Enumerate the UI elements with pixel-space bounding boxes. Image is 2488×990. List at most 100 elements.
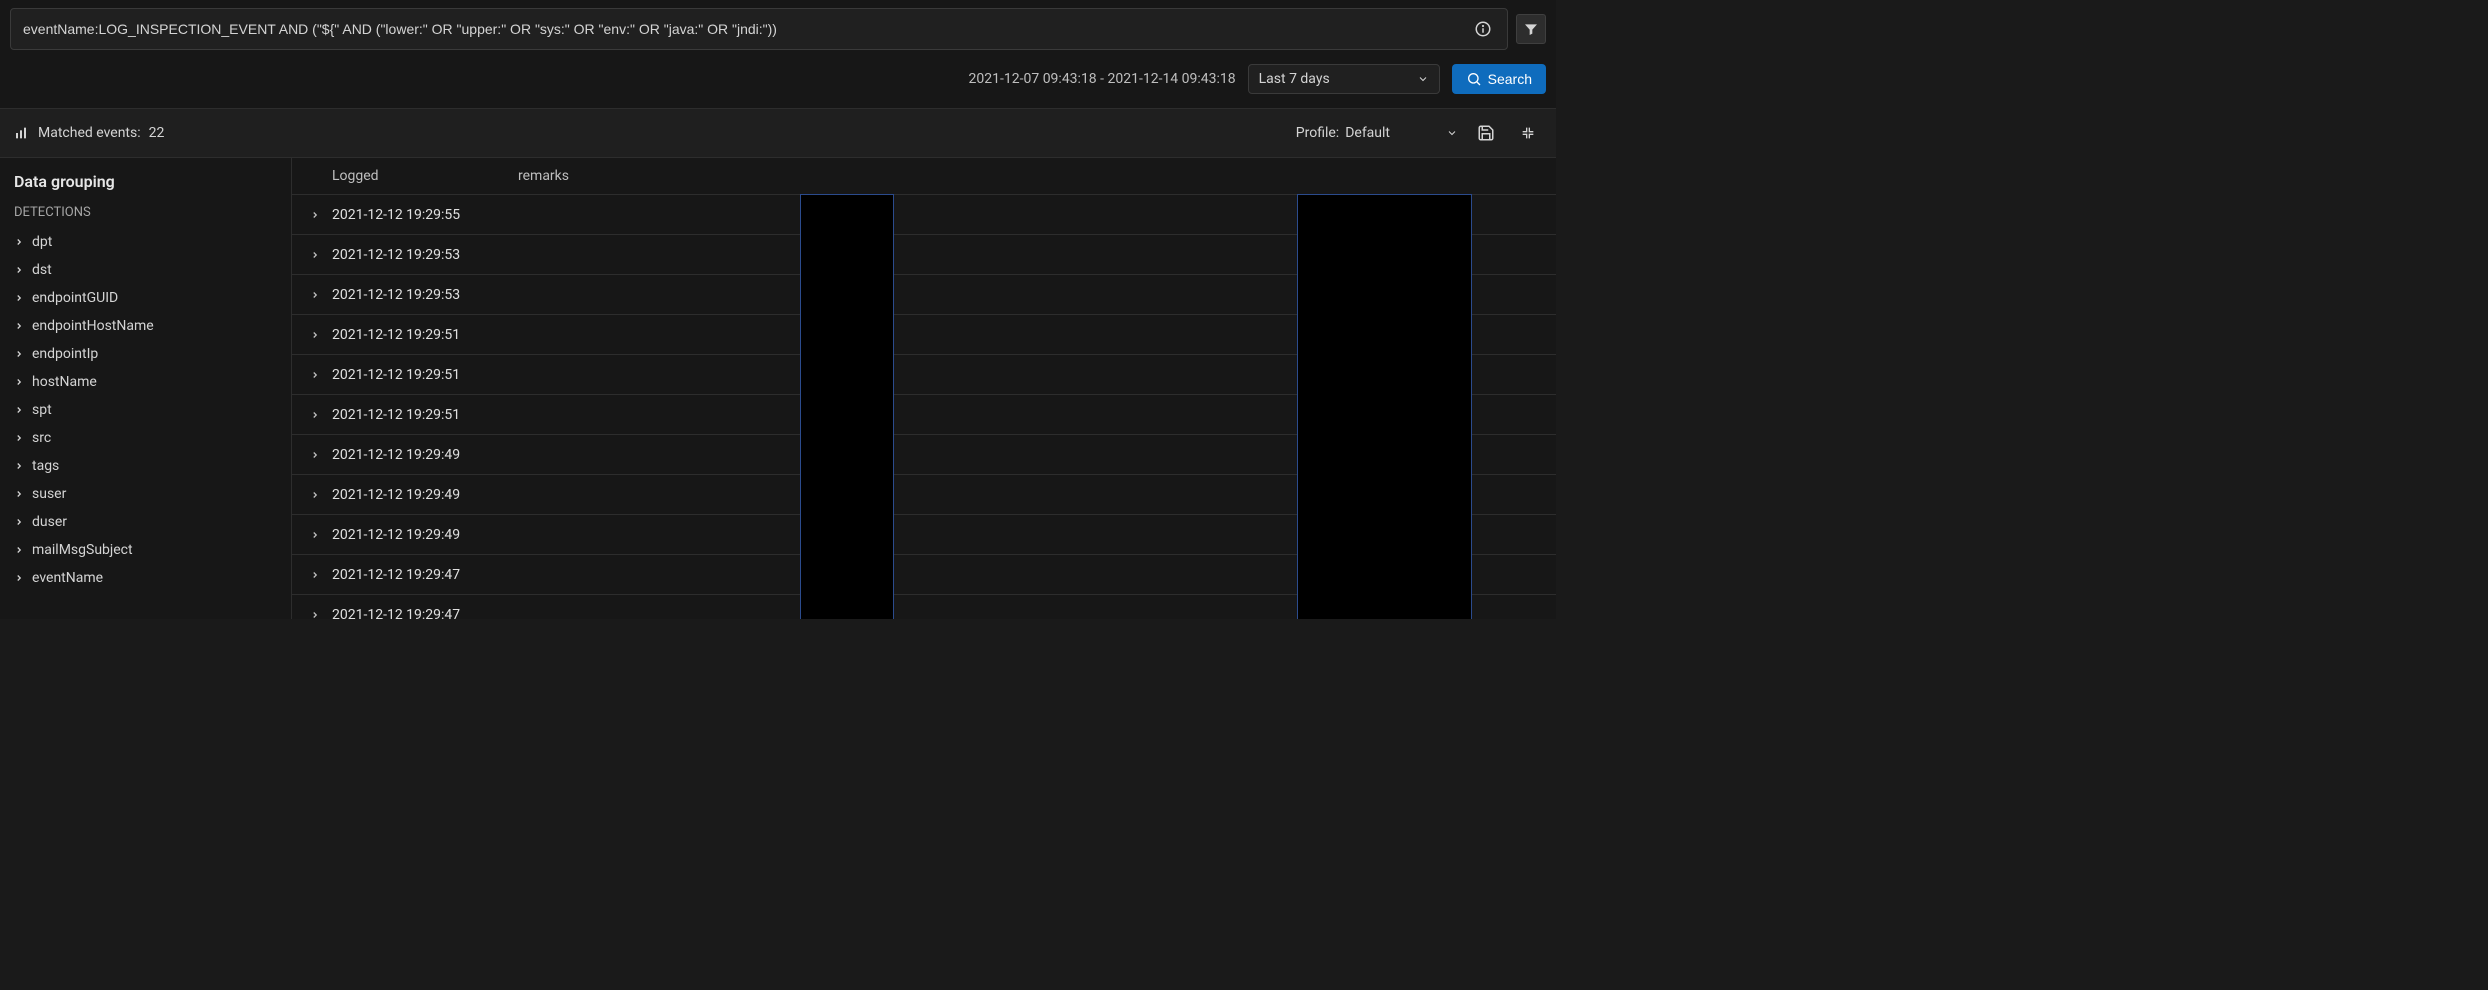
- facet-item[interactable]: duser: [14, 508, 277, 536]
- table-row[interactable]: 2021-12-12 19:29:55- [12/Dec/2021:19:29:…: [292, 194, 1556, 234]
- chevron-right-icon: [14, 405, 24, 415]
- chevron-right-icon: [14, 433, 24, 443]
- logged-cell: 2021-12-12 19:29:53: [332, 287, 518, 303]
- chevron-right-icon: [14, 377, 24, 387]
- facet-item[interactable]: endpointGUID: [14, 284, 277, 312]
- search-bar-row: [0, 0, 1556, 58]
- chevron-right-icon: [14, 461, 24, 471]
- chevron-right-icon: [14, 349, 24, 359]
- facet-item[interactable]: mailMsgSubject: [14, 536, 277, 564]
- facet-item[interactable]: suser: [14, 480, 277, 508]
- sidebar: Data grouping DETECTIONS dpt dst endpointG…: [0, 158, 292, 619]
- expand-row-icon[interactable]: [298, 370, 332, 380]
- chevron-right-icon: [14, 573, 24, 583]
- expand-row-icon[interactable]: [298, 450, 332, 460]
- facet-label: src: [32, 430, 51, 446]
- facet-item[interactable]: endpointHostName: [14, 312, 277, 340]
- chevron-right-icon: [14, 293, 24, 303]
- logged-cell: 2021-12-12 19:29:51: [332, 367, 518, 383]
- logged-cell: 2021-12-12 19:29:53: [332, 247, 518, 263]
- table-header: Logged remarks: [292, 158, 1556, 194]
- chevron-down-icon: [1417, 73, 1429, 85]
- expand-row-icon[interactable]: [298, 490, 332, 500]
- expand-row-icon[interactable]: [298, 610, 332, 620]
- chevron-right-icon: [14, 321, 24, 331]
- expand-row-icon[interactable]: [298, 570, 332, 580]
- facet-item[interactable]: eventName: [14, 564, 277, 592]
- table-row[interactable]: 2021-12-12 19:29:53- [12/Dec/2021:19:29:…: [292, 274, 1556, 314]
- facet-label: eventName: [32, 570, 103, 586]
- facet-item[interactable]: dpt: [14, 228, 277, 256]
- expand-row-icon[interactable]: [298, 530, 332, 540]
- sidebar-section-label: DETECTIONS: [14, 205, 277, 220]
- expand-row-icon[interactable]: [298, 330, 332, 340]
- time-range-text: 2021-12-07 09:43:18 - 2021-12-14 09:43:1…: [969, 71, 1236, 87]
- sidebar-title: Data grouping: [14, 172, 277, 191]
- chevron-right-icon: [14, 545, 24, 555]
- facet-item[interactable]: src: [14, 424, 277, 452]
- search-icon: [1466, 71, 1482, 87]
- search-button[interactable]: Search: [1452, 64, 1546, 94]
- facet-item[interactable]: spt: [14, 396, 277, 424]
- collapse-icon[interactable]: [1514, 119, 1542, 147]
- chevron-right-icon: [14, 265, 24, 275]
- facet-item[interactable]: tags: [14, 452, 277, 480]
- time-row: 2021-12-07 09:43:18 - 2021-12-14 09:43:1…: [0, 58, 1556, 108]
- time-range-value: Last 7 days: [1259, 71, 1330, 87]
- table-row[interactable]: 2021-12-12 19:29:51- [12/Dec/2021:19:29:…: [292, 394, 1556, 434]
- table-row[interactable]: 2021-12-12 19:29:49- [12/Dec/2021:19:29:…: [292, 474, 1556, 514]
- logged-cell: 2021-12-12 19:29:55: [332, 207, 518, 223]
- logged-cell: 2021-12-12 19:29:47: [332, 607, 518, 620]
- logged-cell: 2021-12-12 19:29:49: [332, 527, 518, 543]
- chevron-right-icon: [14, 489, 24, 499]
- table-row[interactable]: 2021-12-12 19:29:51- [12/Dec/2021:19:29:…: [292, 354, 1556, 394]
- table-row[interactable]: 2021-12-12 19:29:49- [12/Dec/2021:19:29:…: [292, 434, 1556, 474]
- logged-cell: 2021-12-12 19:29:49: [332, 447, 518, 463]
- column-header-logged[interactable]: Logged: [332, 168, 518, 184]
- chevron-right-icon: [14, 517, 24, 527]
- table-row[interactable]: 2021-12-12 19:29:49- [12/Dec/2021:19:29:…: [292, 514, 1556, 554]
- expand-row-icon[interactable]: [298, 290, 332, 300]
- logged-cell: 2021-12-12 19:29:49: [332, 487, 518, 503]
- profile-value: Default: [1345, 125, 1390, 141]
- matched-events-label: Matched events:: [38, 125, 141, 141]
- query-box[interactable]: [10, 8, 1508, 50]
- facet-item[interactable]: endpointIp: [14, 340, 277, 368]
- table-row[interactable]: 2021-12-12 19:29:53- [12/Dec/2021:19:29:…: [292, 234, 1556, 274]
- expand-row-icon[interactable]: [298, 410, 332, 420]
- facet-label: endpointHostName: [32, 318, 154, 334]
- matched-events-count: 22: [149, 125, 165, 141]
- results-table: Logged remarks 2021-12-12 19:29:55- [12/…: [292, 158, 1556, 619]
- filter-icon[interactable]: [1516, 14, 1546, 44]
- facet-label: hostName: [32, 374, 97, 390]
- table-row[interactable]: 2021-12-12 19:29:47- [12/Dec/2021:19:29:…: [292, 594, 1556, 619]
- facet-label: suser: [32, 486, 66, 502]
- status-row: Matched events: 22 Profile: Default: [0, 108, 1556, 158]
- facet-label: dpt: [32, 234, 52, 250]
- facet-label: endpointGUID: [32, 290, 118, 306]
- expand-row-icon[interactable]: [298, 250, 332, 260]
- profile-selector[interactable]: Profile: Default: [1296, 125, 1458, 141]
- bar-chart-icon: [14, 125, 30, 141]
- logged-cell: 2021-12-12 19:29:51: [332, 407, 518, 423]
- profile-label: Profile:: [1296, 125, 1339, 141]
- info-icon[interactable]: [1469, 15, 1497, 43]
- facet-item[interactable]: hostName: [14, 368, 277, 396]
- facet-label: spt: [32, 402, 52, 418]
- save-icon[interactable]: [1472, 119, 1500, 147]
- chevron-right-icon: [14, 237, 24, 247]
- chevron-down-icon: [1446, 127, 1458, 139]
- logged-cell: 2021-12-12 19:29:51: [332, 327, 518, 343]
- facet-label: duser: [32, 514, 67, 530]
- facet-label: dst: [32, 262, 52, 278]
- logged-cell: 2021-12-12 19:29:47: [332, 567, 518, 583]
- column-header-remarks[interactable]: remarks: [518, 168, 1556, 184]
- search-input[interactable]: [21, 20, 1469, 38]
- expand-row-icon[interactable]: [298, 210, 332, 220]
- facet-item[interactable]: dst: [14, 256, 277, 284]
- table-row[interactable]: 2021-12-12 19:29:51- [12/Dec/2021:19:29:…: [292, 314, 1556, 354]
- table-row[interactable]: 2021-12-12 19:29:47- [12/Dec/2021:19:29:…: [292, 554, 1556, 594]
- search-button-label: Search: [1488, 71, 1532, 87]
- facet-label: tags: [32, 458, 59, 474]
- time-range-selector[interactable]: Last 7 days: [1248, 64, 1440, 94]
